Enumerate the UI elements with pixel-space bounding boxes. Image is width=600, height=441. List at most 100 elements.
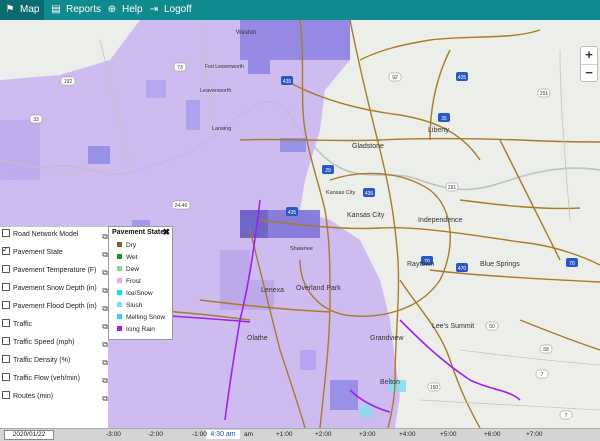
layer-checkbox[interactable] [2,391,10,400]
frost-patch [0,120,40,180]
legend-label: Dry [126,242,137,249]
tab-map-label: Map [20,4,40,15]
popout-icon[interactable]: ⧉ [102,357,108,369]
legend-item: Frost [117,277,141,287]
layer-checkbox[interactable] [2,283,10,292]
layer-checkbox[interactable] [2,337,10,346]
highway-label: 435 [283,79,292,85]
zoom-control: + − [580,46,598,82]
highway-label: 435 [458,75,467,81]
frost-patch [220,250,250,310]
reports-icon: ▤ [51,4,61,15]
highway-label: 435 [288,210,297,216]
highway-label: 291 [448,185,457,191]
time-tick[interactable]: +1:00 [276,431,292,438]
legend-title: Pavement State [112,229,165,236]
tab-logoff-label: Logoff [164,4,192,15]
time-tick[interactable]: +6:00 [484,431,500,438]
ice-patch [300,350,316,370]
highway-label: 33 [33,117,39,123]
highway-label: 192 [64,79,73,85]
place-lees-summit: Lee's Summit [432,323,474,330]
layer-toggle[interactable]: Pavement State⧉ [2,244,108,259]
highway-label: 70 [569,261,575,267]
tab-help-label: Help [122,4,143,15]
ice-patch-north [240,20,350,60]
layer-checkbox[interactable] [2,319,10,328]
current-time-marker[interactable]: 4:30 am [206,430,240,439]
ice-patch [330,380,358,410]
map-icon: ⚑ [5,4,15,15]
ice-patch [146,80,166,98]
zoom-in-button[interactable]: + [581,47,597,65]
time-tick[interactable]: +7:00 [526,431,542,438]
time-tick[interactable]: +2:00 [315,431,331,438]
zoom-out-button[interactable]: − [581,65,597,82]
place-liberty: Liberty [428,127,450,134]
time-tick[interactable]: +3:00 [359,431,375,438]
layer-toggle[interactable]: Pavement Flood Depth (in) ⧉ [2,301,108,313]
popout-icon[interactable]: ⧉ [102,375,108,387]
ice-patch [248,60,270,74]
date-field[interactable]: 2020/01/22 [4,430,54,440]
legend-item: Slush [117,301,142,311]
legend-swatch [117,289,122,295]
legend-label: Icing Rain [126,326,155,333]
layer-label: Pavement Snow Depth (in) [13,285,97,292]
legend-label: Slush [126,302,143,309]
layer-toggle[interactable]: Pavement Snow Depth (in) ⧉ [2,283,108,295]
time-tick[interactable]: am [244,431,253,438]
highway-label: 58 [543,347,549,353]
layer-toggle[interactable]: Traffic Speed (mph) ⧉ [2,337,108,349]
layer-checkbox[interactable] [2,244,10,256]
popout-icon[interactable]: ⧉ [102,393,108,405]
popout-icon[interactable]: ⧉ [102,339,108,351]
legend-swatch [117,277,122,283]
ice-snow-patch [360,405,372,417]
highway-label: 7 [565,413,568,419]
layer-toggle[interactable]: Pavement Temperature (F) ⧉ [2,265,108,277]
place-overland-park: Overland Park [296,285,341,292]
layer-toggle[interactable]: Traffic ⧉ [2,319,108,331]
highway-label: 291 [540,91,549,97]
place-kansas-city-ks: Kansas City [326,190,356,196]
time-tick[interactable]: -1:00 [192,431,207,438]
place-leavenworth: Leavenworth [200,88,232,94]
layer-checkbox[interactable] [2,355,10,364]
place-shawnee: Shawnee [290,246,313,252]
pavement-state-legend: Pavement State ✖ Dry Wet Dew Frost Ice/Snow S… [108,226,173,340]
layer-label: Routes (min) [13,393,54,400]
time-tick[interactable]: -3:00 [106,431,121,438]
legend-label: Wet [126,254,138,261]
legend-swatch [117,265,122,271]
highway-label: 435 [365,191,374,197]
layer-toggle[interactable]: Road Network Model ⧉ [2,229,108,241]
layer-checkbox[interactable] [2,373,10,382]
legend-label: Dew [126,266,140,273]
tab-map[interactable]: ⚑ Map [0,0,44,20]
legend-swatch [117,325,122,331]
tab-help[interactable]: ⊕ Help [106,0,143,20]
layer-checkbox[interactable] [2,301,10,310]
highway-label: 92 [392,75,398,81]
time-tick[interactable]: -2:00 [148,431,163,438]
legend-label: Ice/Snow [126,290,153,297]
highway-label: 470 [458,266,467,272]
layer-checkbox[interactable] [2,265,10,274]
layer-toggle[interactable]: Routes (min) ⧉ [2,391,108,403]
layer-label: Road Network Model [13,231,79,238]
highway-label: 24-40 [175,203,188,209]
layer-checkbox[interactable] [2,229,10,238]
timeline-bar[interactable]: 2020/01/22 4:30 am -3:00 -2:00 -1:00 am +1:0… [0,428,600,441]
tab-reports[interactable]: ▤ Reports [50,0,101,20]
layer-toggle[interactable]: Traffic Flow (veh/min) ⧉ [2,373,108,385]
legend-swatch [117,253,122,259]
layer-toggle[interactable]: Traffic Density (%) ⧉ [2,355,108,367]
time-tick[interactable]: +4:00 [399,431,415,438]
close-icon[interactable]: ✖ [162,227,170,238]
time-tick[interactable]: +5:00 [440,431,456,438]
legend-item: Icing Rain [117,325,155,335]
legend-item: Ice/Snow [117,289,153,299]
tab-logoff[interactable]: ⇥ Logoff [148,0,192,20]
place-belton: Belton [380,379,400,386]
